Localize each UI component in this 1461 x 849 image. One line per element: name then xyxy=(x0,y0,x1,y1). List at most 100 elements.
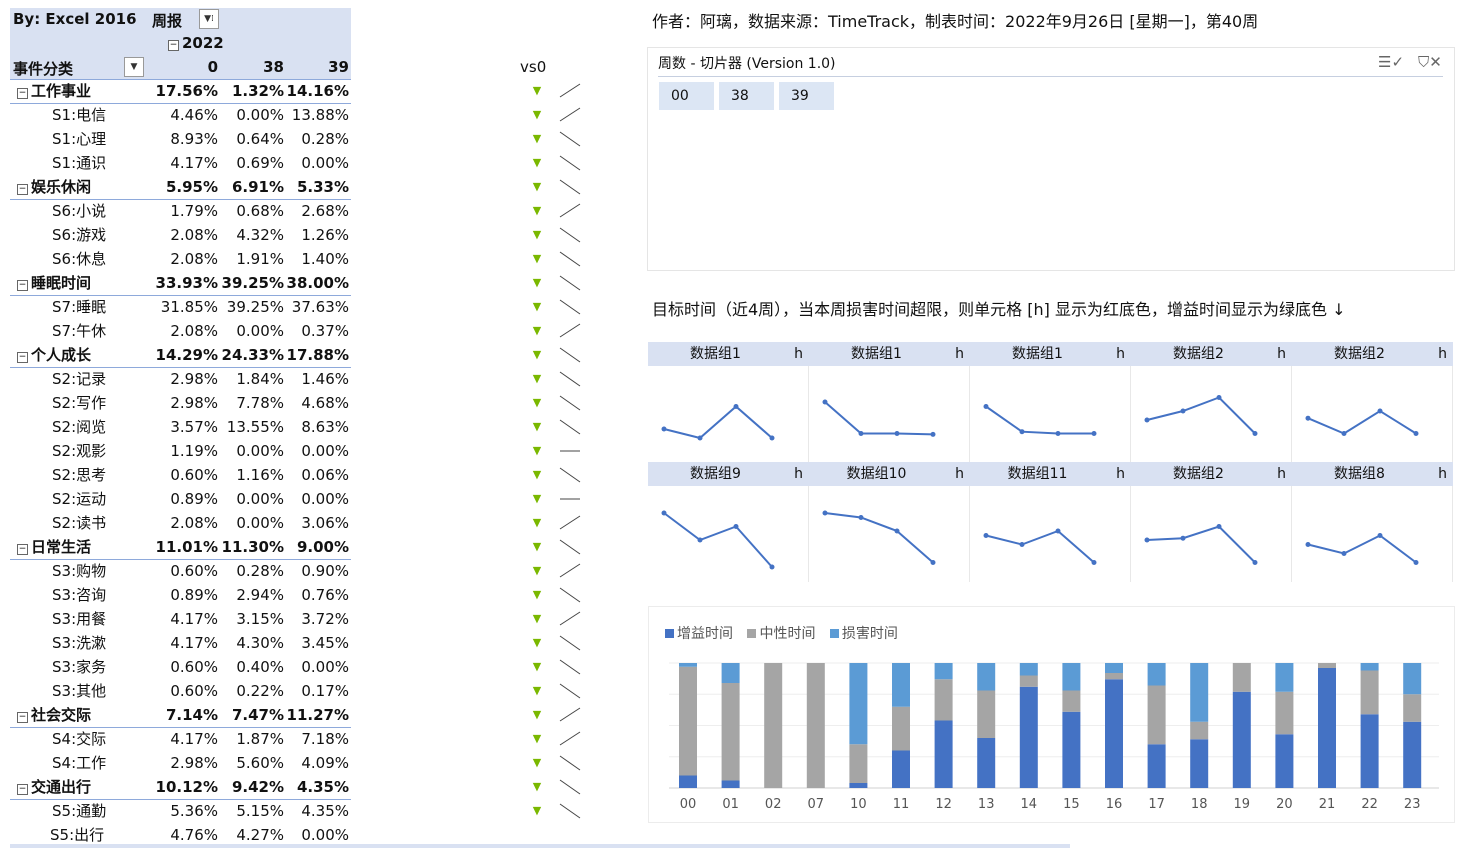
category-row[interactable]: − 社会交际 7.14% 7.47% 11.27% xyxy=(10,703,351,728)
subcategory-row[interactable]: S2:运动 0.89% 0.00% 0.00% xyxy=(10,487,351,511)
row-label: S2:观影 xyxy=(52,442,107,460)
row-label: 工作事业 xyxy=(31,82,92,100)
sparkline-point xyxy=(1019,429,1025,435)
down-triangle-icon: ▼ xyxy=(532,468,542,481)
bottom-scrollbar[interactable] xyxy=(10,844,1070,848)
subcategory-row[interactable]: S7:午休 2.08% 0.00% 0.37% xyxy=(10,319,351,343)
subcategory-row[interactable]: S2:思考 0.60% 1.16% 0.06% xyxy=(10,463,351,487)
trend-sparkline-up xyxy=(559,707,581,722)
multi-select-icon[interactable]: ☰✓ xyxy=(1378,53,1404,71)
subcategory-row[interactable]: S6:小说 1.79% 0.68% 2.68% xyxy=(10,199,351,223)
collapse-icon[interactable]: − xyxy=(168,40,179,51)
subcategory-row[interactable]: S2:读书 2.08% 0.00% 3.06% xyxy=(10,511,351,535)
subcategory-row[interactable]: S3:洗漱 4.17% 4.30% 3.45% xyxy=(10,631,351,655)
row-label: S6:休息 xyxy=(52,250,107,268)
sparkline-chart xyxy=(1305,533,1419,565)
trend-sparkline-down xyxy=(559,539,581,555)
subcategory-row[interactable]: S3:家务 0.60% 0.40% 0.00% xyxy=(10,655,351,679)
value-cell: 1.79% xyxy=(170,202,218,220)
bar-segment xyxy=(1147,685,1166,745)
sparkline-point xyxy=(1091,431,1097,436)
slicer-item-38[interactable]: 38 xyxy=(719,82,774,110)
collapse-icon[interactable]: − xyxy=(17,352,28,363)
down-triangle-icon: ▼ xyxy=(532,636,542,649)
sparkline-point xyxy=(1305,415,1311,421)
slicer-item-39[interactable]: 39 xyxy=(779,82,834,110)
sparkline-point xyxy=(1252,431,1258,436)
row-filter-dropdown-icon[interactable]: ▼ xyxy=(124,57,144,77)
trend-sparkline-down xyxy=(559,659,581,675)
subcategory-row[interactable]: S5:通勤 5.36% 5.15% 4.35% xyxy=(10,799,351,823)
subcategory-row[interactable]: S2:写作 2.98% 7.78% 4.68% xyxy=(10,391,351,415)
sparkline-point xyxy=(858,431,864,436)
bar-segment xyxy=(1360,663,1379,671)
value-cell: 0.00% xyxy=(236,514,284,532)
value-cell: 0.76% xyxy=(301,586,349,604)
value-cell: 0.68% xyxy=(236,202,284,220)
subcategory-row[interactable]: S3:用餐 4.17% 3.15% 3.72% xyxy=(10,607,351,631)
collapse-icon[interactable]: − xyxy=(17,88,28,99)
subcategory-row[interactable]: S4:工作 2.98% 5.60% 4.09% xyxy=(10,751,351,775)
bar-segment xyxy=(721,780,740,788)
trend-sparkline-down xyxy=(559,347,581,363)
subcategory-row[interactable]: S1:心理 8.93% 0.64% 0.28% xyxy=(10,127,351,151)
category-row[interactable]: − 工作事业 17.56% 1.32% 14.16% xyxy=(10,79,351,104)
subcategory-row[interactable]: S1:通识 4.17% 0.69% 0.00% xyxy=(10,151,351,175)
value-cell: 0.00% xyxy=(301,442,349,460)
subcategory-row[interactable]: S2:记录 2.98% 1.84% 1.46% xyxy=(10,367,351,391)
subcategory-row[interactable]: S3:咨询 0.89% 2.94% 0.76% xyxy=(10,583,351,607)
clear-filter-icon[interactable]: ⛉✕ xyxy=(1418,53,1442,71)
hourly-stacked-bar-chart[interactable]: 增益时间 中性时间 损害时间 00 01 02 07 10 11 12 13 14 15 16 17 1… xyxy=(648,606,1455,823)
sparkline-point xyxy=(1252,560,1258,565)
row-label: S2:写作 xyxy=(52,394,107,412)
collapse-icon[interactable]: − xyxy=(17,544,28,555)
trend-sparkline-down xyxy=(559,371,581,387)
bar-segment xyxy=(892,706,910,751)
down-triangle-icon: ▼ xyxy=(532,612,542,625)
x-tick-label: 02 xyxy=(765,797,782,812)
value-cell: 1.26% xyxy=(301,226,349,244)
x-tick-label: 13 xyxy=(978,797,995,812)
collapse-icon[interactable]: − xyxy=(17,784,28,795)
subcategory-row[interactable]: S2:观影 1.19% 0.00% 0.00% xyxy=(10,439,351,463)
filter-dropdown-icon[interactable]: ▼⁞ xyxy=(199,9,219,29)
collapse-icon[interactable]: − xyxy=(17,712,28,723)
year-header[interactable]: −2022 xyxy=(168,34,224,52)
category-row[interactable]: − 睡眠时间 33.93% 39.25% 38.00% xyxy=(10,271,351,296)
trend-sparkline-down xyxy=(559,803,581,819)
row-label-cell: S2:观影 xyxy=(52,439,106,463)
slicer-item-00[interactable]: 00 xyxy=(659,82,714,110)
subcategory-row[interactable]: S1:电信 4.46% 0.00% 13.88% xyxy=(10,103,351,127)
trend-sparkline-down xyxy=(559,779,581,795)
sparkline-card: 数据组1 h xyxy=(648,342,809,462)
subcategory-row[interactable]: S5:出行 4.76% 4.27% 0.00% xyxy=(10,823,351,845)
row-label-cell: S4:工作 xyxy=(52,751,106,775)
sparkline-card: 数据组2 h xyxy=(1131,462,1292,582)
category-row[interactable]: − 交通出行 10.12% 9.42% 4.35% xyxy=(10,775,351,800)
sparkline-card: 数据组9 h xyxy=(648,462,809,582)
subcategory-row[interactable]: S2:阅览 3.57% 13.55% 8.63% xyxy=(10,415,351,439)
sparkline-point xyxy=(733,404,739,409)
trend-sparkline-up xyxy=(559,203,581,218)
column-header-39: 39 xyxy=(328,58,349,76)
sparkline-point xyxy=(983,404,989,409)
x-tick-label: 01 xyxy=(722,797,739,812)
collapse-icon[interactable]: − xyxy=(17,184,28,195)
x-tick-label: 00 xyxy=(680,797,697,812)
subcategory-row[interactable]: S3:购物 0.60% 0.28% 0.90% xyxy=(10,559,351,583)
row-label-cell: − 工作事业 xyxy=(17,79,91,103)
collapse-icon[interactable]: − xyxy=(17,280,28,291)
subcategory-row[interactable]: S3:其他 0.60% 0.22% 0.17% xyxy=(10,679,351,703)
week-slicer[interactable]: 周数 - 切片器 (Version 1.0) ☰✓ ⛉✕ 00 38 39 xyxy=(647,47,1455,271)
row-label: S2:读书 xyxy=(52,514,107,532)
subcategory-row[interactable]: S6:休息 2.08% 1.91% 1.40% xyxy=(10,247,351,271)
subcategory-row[interactable]: S7:睡眠 31.85% 39.25% 37.63% xyxy=(10,295,351,319)
subcategory-row[interactable]: S6:游戏 2.08% 4.32% 1.26% xyxy=(10,223,351,247)
subcategory-row[interactable]: S4:交际 4.17% 1.87% 7.18% xyxy=(10,727,351,751)
category-row[interactable]: − 日常生活 11.01% 11.30% 9.00% xyxy=(10,535,351,560)
sparkline-unit: h xyxy=(955,346,964,362)
category-row[interactable]: − 个人成长 14.29% 24.33% 17.88% xyxy=(10,343,351,368)
row-label: 日常生活 xyxy=(31,538,92,556)
x-tick-label: 19 xyxy=(1234,797,1251,812)
category-row[interactable]: − 娱乐休闲 5.95% 6.91% 5.33% xyxy=(10,175,351,200)
